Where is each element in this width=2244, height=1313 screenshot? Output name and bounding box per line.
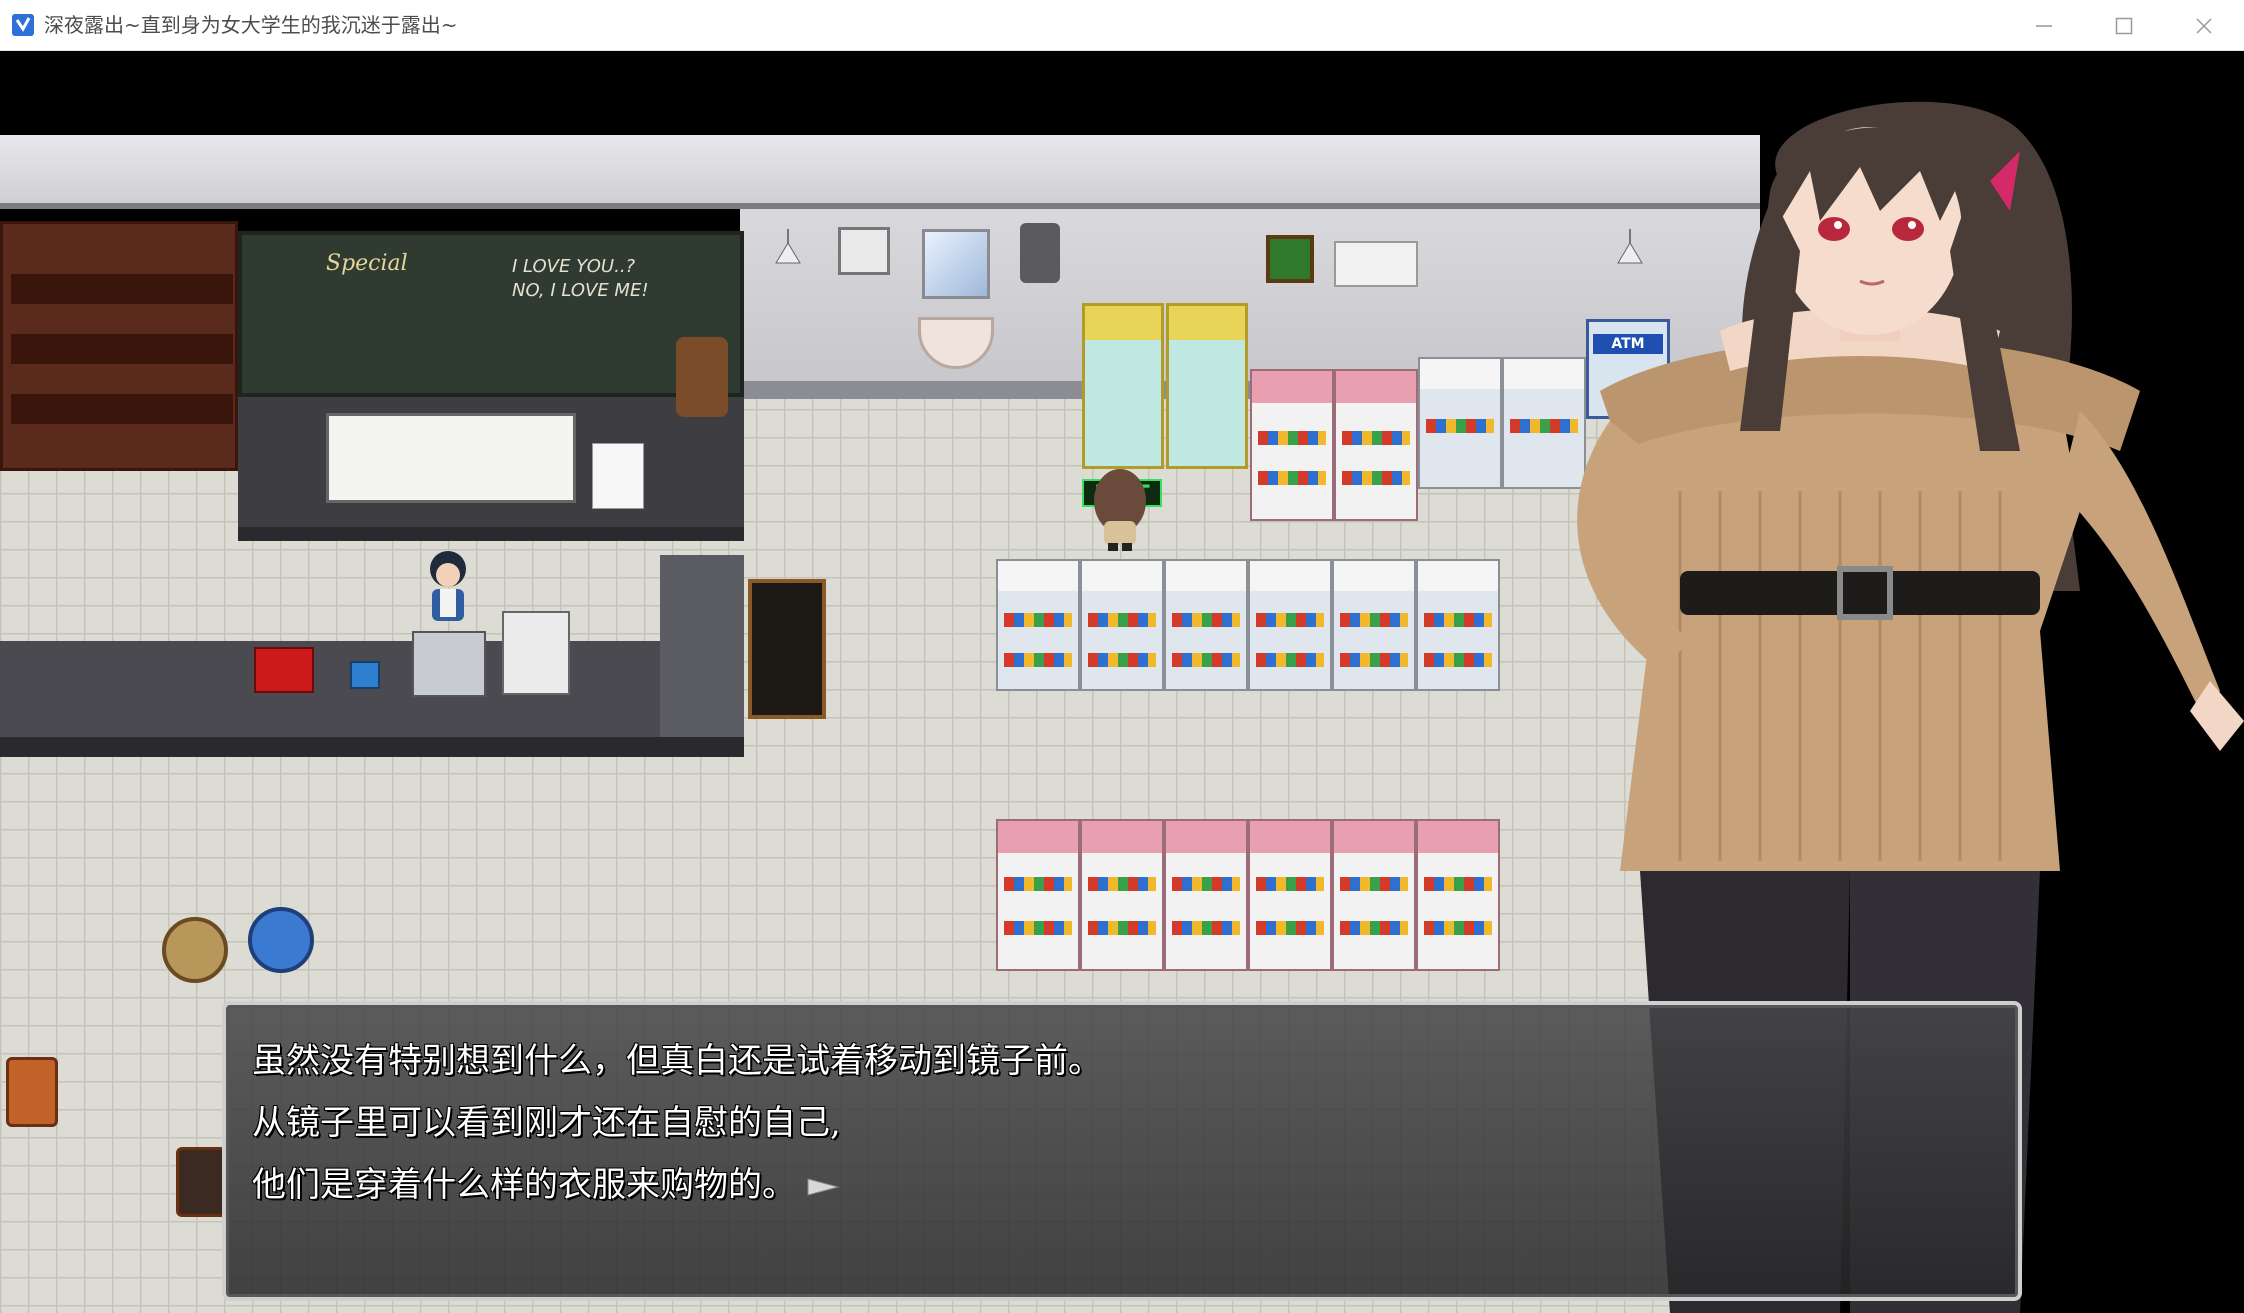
cake-display[interactable] (326, 413, 576, 503)
chalk-love-text: I LOVE YOU..? NO, I LOVE ME! (512, 256, 649, 301)
mirror[interactable] (922, 229, 990, 299)
goods-shelf[interactable] (1164, 559, 1248, 691)
app-icon (11, 13, 35, 37)
minimize-icon (2036, 25, 2052, 27)
goods-shelf[interactable] (1080, 559, 1164, 691)
snack-shelf[interactable] (1248, 819, 1332, 971)
cash-register[interactable] (412, 631, 486, 697)
player-character[interactable] (1090, 467, 1150, 551)
goods-shelf[interactable] (1248, 559, 1332, 691)
cafe-stool (162, 917, 228, 983)
maximize-button[interactable] (2084, 0, 2164, 51)
game-canvas[interactable]: Special I LOVE YOU..? NO, I LOVE ME! ATM… (0, 51, 2244, 1313)
close-icon (2196, 18, 2212, 34)
drink-fridge[interactable] (1166, 303, 1248, 469)
cafe-booth (660, 555, 744, 737)
dialogue-line-3: 他们是穿着什么样的衣服来购物的。 (252, 1165, 796, 1205)
snack-shelf[interactable] (996, 819, 1080, 971)
chalk-special-text: Special (326, 251, 408, 276)
snack-shelf[interactable] (1164, 819, 1248, 971)
goods-shelf[interactable] (1418, 357, 1502, 489)
dialogue-line-1: 虽然没有特别想到什么，但真白还是试着移动到镜子前。 (252, 1041, 1102, 1081)
snack-shelf[interactable] (1332, 819, 1416, 971)
wall-picture (1266, 235, 1314, 283)
window-title: 深夜露出~直到身为女大学生的我沉迷于露出~ (44, 13, 458, 37)
close-button[interactable] (2164, 0, 2244, 51)
air-conditioner (1334, 241, 1418, 287)
wall-fan (838, 227, 890, 275)
maximize-icon (2115, 17, 2133, 35)
security-camera (1020, 223, 1060, 283)
menu-sheet[interactable] (592, 443, 644, 509)
ceiling-lamp-icon (775, 229, 801, 264)
cafe-chair (176, 1147, 228, 1217)
snack-shelf[interactable] (1334, 369, 1418, 521)
clerk-npc[interactable] (420, 549, 476, 627)
cafe-chair (6, 1057, 58, 1127)
snack-shelf[interactable] (1250, 369, 1334, 521)
goods-shelf[interactable] (996, 559, 1080, 691)
drink-fridge[interactable] (1082, 303, 1164, 469)
cafe-chalkboard: Special I LOVE YOU..? NO, I LOVE ME! (238, 231, 744, 397)
next-arrow-icon[interactable] (806, 1175, 842, 1199)
goods-shelf[interactable] (1416, 559, 1500, 691)
coffee-bag (676, 337, 728, 417)
cafe-stool (248, 907, 314, 973)
blue-box[interactable] (350, 661, 380, 689)
red-toolbox[interactable] (254, 647, 314, 693)
minimize-button[interactable] (2004, 0, 2084, 51)
snack-shelf[interactable] (1080, 819, 1164, 971)
dialogue-box[interactable]: 虽然没有特别想到什么，但真白还是试着移动到镜子前。 从镜子里可以看到刚才还在自慰… (222, 1001, 2022, 1301)
cafe-sign (748, 579, 826, 719)
cafe-shelf (0, 221, 238, 471)
cafe-front-counter (0, 641, 744, 757)
store-wall-top (0, 135, 1760, 209)
snack-shelf[interactable] (1416, 819, 1500, 971)
window-titlebar: 深夜露出~直到身为女大学生的我沉迷于露出~ (0, 0, 2244, 51)
dialogue-line-2: 从镜子里可以看到刚才还在自慰的自己, (252, 1103, 841, 1143)
pastry-case[interactable] (502, 611, 570, 695)
goods-shelf[interactable] (1332, 559, 1416, 691)
